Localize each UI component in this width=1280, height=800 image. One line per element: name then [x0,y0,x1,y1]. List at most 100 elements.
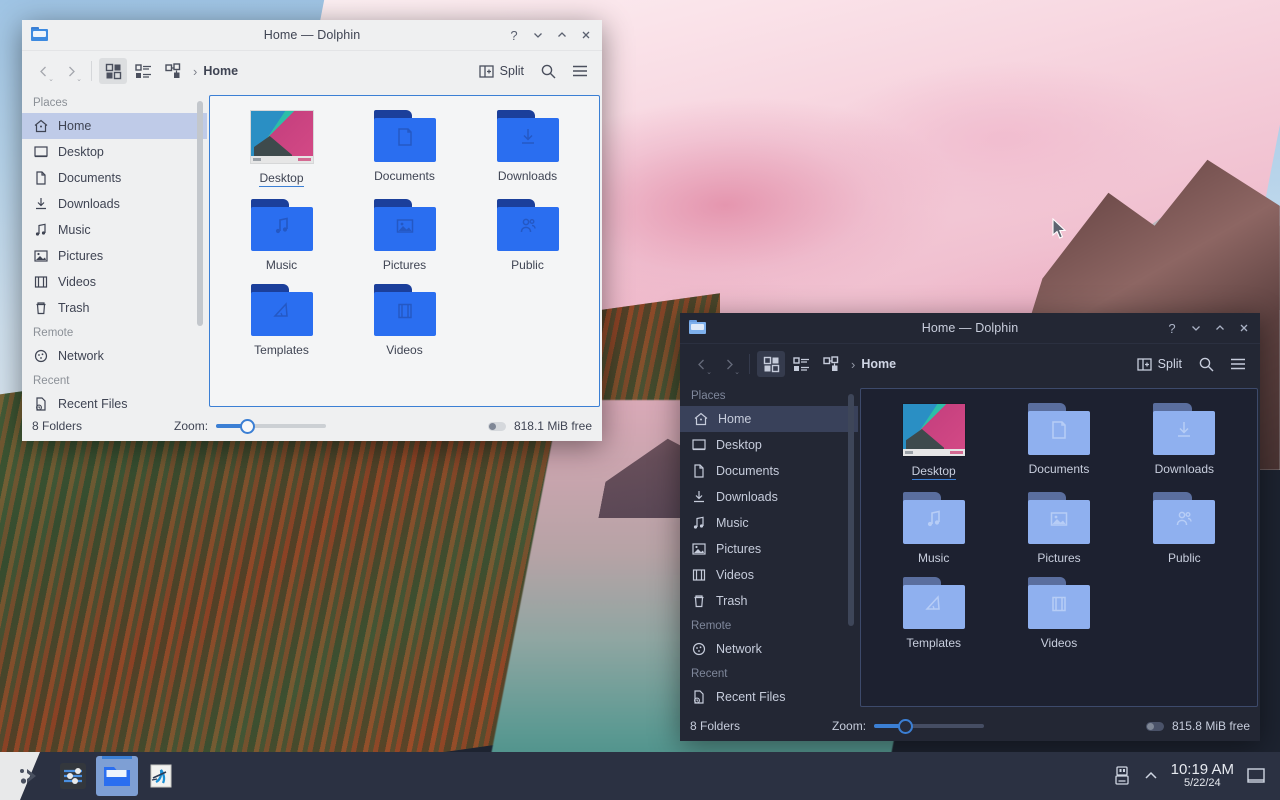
titlebar[interactable]: Home — Dolphin ? [680,313,1260,344]
chevron-up-icon[interactable] [1143,768,1159,784]
folder-templates-icon [903,577,965,629]
file-item-public[interactable]: Public [466,199,589,272]
toolbar-separator [749,354,750,374]
sidebar-item-desktop[interactable]: Desktop [680,432,858,458]
places-sidebar[interactable]: Places Home Desktop Documents Downloads … [680,384,858,711]
file-item-documents[interactable]: Documents [343,110,466,187]
split-button[interactable]: Split [473,61,530,82]
close-button[interactable] [1232,316,1256,340]
file-grid[interactable]: Desktop Documents [210,96,599,357]
file-item-pictures[interactable]: Pictures [996,492,1121,565]
dolphin-window-light[interactable]: Home — Dolphin ? ⌄ ⌄ [22,20,602,440]
view-split-button[interactable] [817,351,845,377]
file-item-pictures[interactable]: Pictures [343,199,466,272]
toolbar[interactable]: ⌄ ⌄ [22,51,602,91]
sidebar-item-pictures[interactable]: Pictures [22,243,207,269]
minimize-button[interactable] [526,23,550,47]
maximize-button[interactable] [1208,316,1232,340]
places-sidebar[interactable]: Places Home Desktop Documents Downloads … [22,91,207,411]
breadcrumb-item-home[interactable]: Home [203,64,238,78]
file-item-music[interactable]: Music [871,492,996,565]
show-desktop-icon[interactable] [1246,766,1266,786]
file-item-public[interactable]: Public [1122,492,1247,565]
forward-button[interactable]: ⌄ [58,58,84,84]
sidebar-item-trash[interactable]: Trash [680,588,858,614]
sidebar-scrollbar[interactable] [197,101,203,326]
sidebar-item-downloads[interactable]: Downloads [22,191,207,217]
window-controls: ? [1160,316,1260,340]
view-split-button[interactable] [159,58,187,84]
sidebar-item-videos[interactable]: Videos [680,562,858,588]
file-item-documents[interactable]: Documents [996,403,1121,480]
zoom-slider[interactable] [216,418,326,434]
sidebar-item-documents[interactable]: Documents [680,458,858,484]
back-button[interactable]: ⌄ [688,351,714,377]
file-view-pane[interactable]: Desktop Documents [207,91,602,411]
sidebar-item-network[interactable]: Network [22,343,207,369]
file-item-videos[interactable]: Videos [343,284,466,357]
sidebar-item-recent-files[interactable]: Recent Files [22,391,207,411]
dolphin-task[interactable] [96,756,138,796]
help-button[interactable]: ? [502,23,526,47]
file-item-downloads[interactable]: Downloads [466,110,589,187]
breadcrumb-item-home[interactable]: Home [861,357,896,371]
breadcrumb[interactable]: › Home [851,357,896,372]
sidebar-item-documents[interactable]: Documents [22,165,207,191]
sidebar-item-downloads[interactable]: Downloads [680,484,858,510]
sidebar-scrollbar[interactable] [848,394,854,626]
sidebar-item-desktop[interactable]: Desktop [22,139,207,165]
zoom-slider-handle[interactable] [240,419,255,434]
digital-clock[interactable]: 10:19 AM 5/22/24 [1171,762,1234,789]
minimize-button[interactable] [1184,316,1208,340]
sidebar-item-label: Videos [58,275,96,289]
view-icons-button[interactable] [757,351,785,377]
forward-button[interactable]: ⌄ [716,351,742,377]
maximize-button[interactable] [550,23,574,47]
toolbar[interactable]: ⌄ ⌄ [680,344,1260,384]
file-item-templates[interactable]: Templates [871,577,996,650]
taskbar[interactable]: 10:19 AM 5/22/24 [0,752,1280,800]
hamburger-menu-icon[interactable] [566,58,594,84]
sidebar-item-home[interactable]: Home [22,113,207,139]
zoom-slider[interactable] [874,718,984,734]
sidebar-item-pictures[interactable]: Pictures [680,536,858,562]
split-button[interactable]: Split [1131,354,1188,375]
sidebar-item-trash[interactable]: Trash [22,295,207,321]
trash-icon [691,593,707,609]
file-item-label: Downloads [1155,462,1214,476]
sidebar-item-videos[interactable]: Videos [22,269,207,295]
hamburger-menu-icon[interactable] [1224,351,1252,377]
sidebar-item-home[interactable]: Home [680,406,858,432]
file-item-downloads[interactable]: Downloads [1122,403,1247,480]
dolphin-window-dark[interactable]: Home — Dolphin ? ⌄ ⌄ [680,313,1260,740]
back-button[interactable]: ⌄ [30,58,56,84]
file-item-templates[interactable]: Templates [220,284,343,357]
sidebar-item-recent-files[interactable]: Recent Files [680,684,858,710]
zoom-slider-handle[interactable] [898,719,913,734]
kate-task[interactable] [140,756,182,796]
search-icon[interactable] [534,58,562,84]
view-icons-button[interactable] [99,58,127,84]
usb-device-icon[interactable] [1113,766,1131,786]
file-grid[interactable]: Desktop Documents [861,389,1257,650]
system-settings-launcher[interactable] [52,756,94,796]
search-icon[interactable] [1192,351,1220,377]
help-button[interactable]: ? [1160,316,1184,340]
close-button[interactable] [574,23,598,47]
file-item-videos[interactable]: Videos [996,577,1121,650]
sidebar-item-label: Documents [58,171,121,185]
sidebar-item-music[interactable]: Music [680,510,858,536]
file-item-desktop[interactable]: Desktop [220,110,343,187]
file-item-music[interactable]: Music [220,199,343,272]
file-item-desktop[interactable]: Desktop [871,403,996,480]
sidebar-item-network[interactable]: Network [680,636,858,662]
titlebar[interactable]: Home — Dolphin ? [22,20,602,51]
zoom-control[interactable]: Zoom: [832,718,984,734]
breadcrumb[interactable]: › Home [193,64,238,79]
sidebar-item-music[interactable]: Music [22,217,207,243]
application-launcher[interactable] [8,756,50,796]
file-view-pane[interactable]: Desktop Documents [858,384,1260,711]
view-details-button[interactable] [129,58,157,84]
view-details-button[interactable] [787,351,815,377]
zoom-control[interactable]: Zoom: [174,418,326,434]
